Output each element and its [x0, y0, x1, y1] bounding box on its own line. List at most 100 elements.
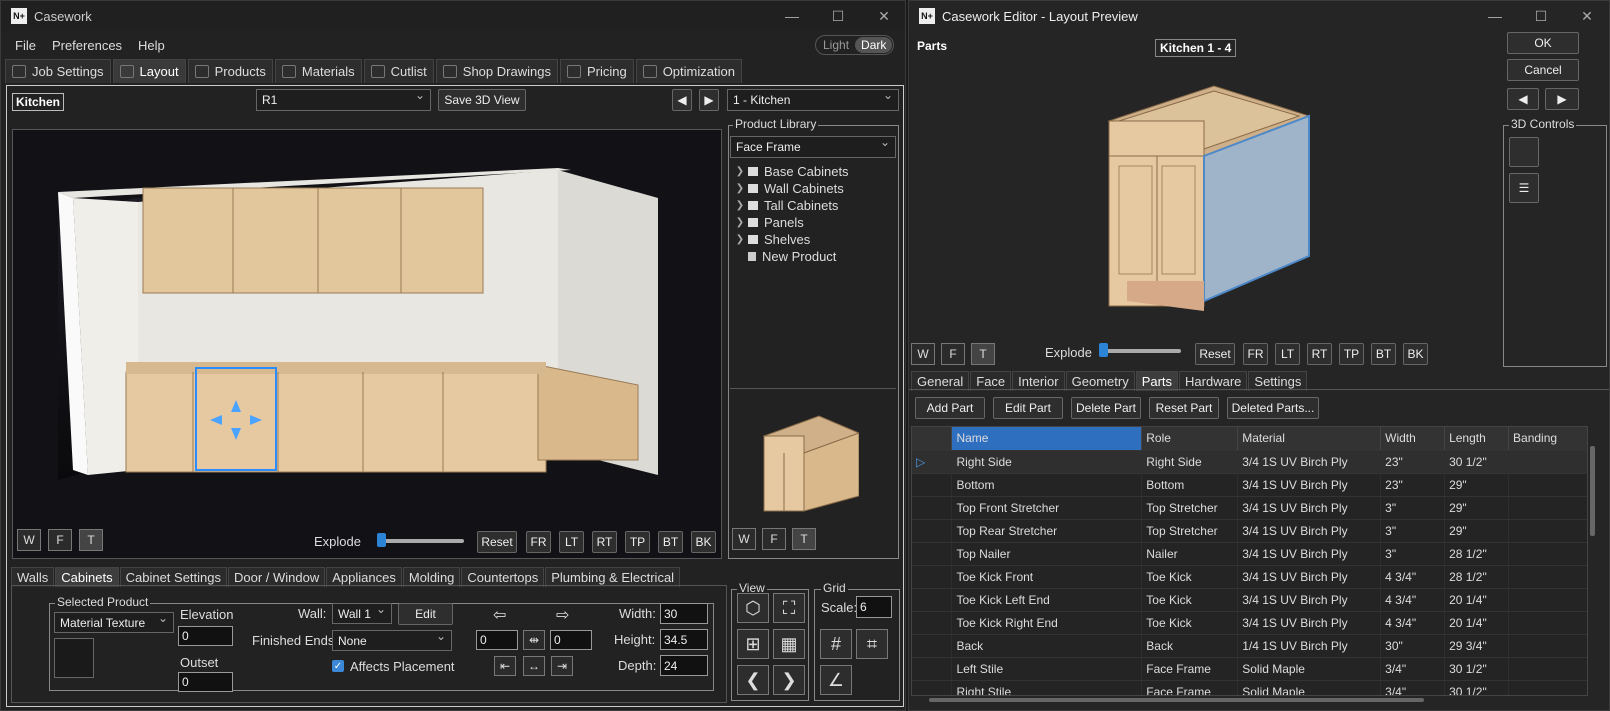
table-cell[interactable]: Top Stretcher: [1141, 496, 1239, 520]
minimize-icon[interactable]: —: [769, 1, 815, 31]
tab-general[interactable]: General: [911, 371, 970, 391]
column-header-length[interactable]: Length: [1444, 427, 1510, 451]
edit-part-button[interactable]: Edit Part: [993, 397, 1063, 419]
subtab-walls[interactable]: Walls: [11, 567, 55, 587]
row-header[interactable]: ▷: [912, 450, 953, 474]
maximize-icon[interactable]: ☐: [1518, 1, 1564, 31]
table-cell[interactable]: 3/4 1S UV Birch Ply: [1237, 519, 1382, 543]
next-view-button[interactable]: ❯: [773, 665, 805, 695]
right-gap-input[interactable]: 0: [550, 630, 592, 650]
subtab-countertops[interactable]: Countertops: [461, 567, 545, 587]
material-swatch[interactable]: [54, 638, 94, 678]
editor-toggle-t[interactable]: T: [971, 343, 995, 365]
menu-preferences[interactable]: Preferences: [44, 38, 130, 53]
add-part-button[interactable]: Add Part: [915, 397, 985, 419]
table-cell[interactable]: Top Nailer: [951, 542, 1143, 566]
tree-item-base-cabinets[interactable]: ❯ Base Cabinets: [732, 163, 849, 180]
table-cell[interactable]: Toe Kick Right End: [951, 611, 1143, 635]
column-header-banding[interactable]: Banding: [1508, 427, 1587, 451]
affects-placement-checkbox[interactable]: ✓: [332, 660, 344, 672]
table-cell[interactable]: Back: [951, 634, 1143, 658]
table-cell[interactable]: Solid Maple: [1237, 680, 1382, 695]
reset-view-button[interactable]: Reset: [477, 531, 517, 553]
table-row[interactable]: Back Back 1/4 1S UV Birch Ply 30" 29 3/4": [912, 634, 1587, 658]
next-product-button[interactable]: ▶: [1545, 88, 1579, 110]
tab-settings[interactable]: Settings: [1248, 371, 1308, 391]
table-cell[interactable]: 3": [1380, 542, 1446, 566]
deleted-parts-button[interactable]: Deleted Parts...: [1227, 397, 1319, 419]
table-cell[interactable]: 23": [1380, 450, 1446, 474]
edit-wall-button[interactable]: Edit: [398, 603, 453, 625]
table-cell[interactable]: 3/4 1S UV Birch Ply: [1237, 473, 1382, 497]
table-cell[interactable]: 28 1/2": [1444, 542, 1510, 566]
table-cell[interactable]: 4 3/4": [1380, 588, 1446, 612]
table-cell[interactable]: 4 3/4": [1380, 565, 1446, 589]
subtab-cabinets[interactable]: Cabinets: [55, 567, 119, 587]
tab-products[interactable]: Products: [187, 59, 273, 83]
preview-toggle-w[interactable]: W: [732, 528, 756, 550]
3d-control-button[interactable]: [1509, 137, 1539, 167]
next-room-button[interactable]: ▶: [699, 89, 719, 111]
table-cell[interactable]: Right Stile: [951, 680, 1143, 695]
row-header[interactable]: [912, 519, 953, 543]
editor-explode-slider[interactable]: [1101, 349, 1181, 353]
camera-tp-button[interactable]: TP: [625, 531, 650, 553]
theme-dark[interactable]: Dark: [855, 37, 893, 53]
table-cell[interactable]: Back: [1141, 634, 1239, 658]
camera-bk-button[interactable]: BK: [691, 531, 716, 553]
tree-item-new-product[interactable]: New Product: [732, 248, 849, 265]
tab-interior[interactable]: Interior: [1012, 371, 1065, 391]
layout-3d-viewport[interactable]: [12, 129, 722, 559]
prev-room-button[interactable]: ◀: [672, 89, 692, 111]
subtab-appliances[interactable]: Appliances: [326, 567, 402, 587]
table-cell[interactable]: 30": [1380, 634, 1446, 658]
editor-explode-thumb[interactable]: [1099, 343, 1108, 357]
tree-item-panels[interactable]: ❯ Panels: [732, 214, 849, 231]
finished-ends-select[interactable]: None: [332, 629, 452, 651]
table-cell[interactable]: 3/4 1S UV Birch Ply: [1237, 588, 1382, 612]
maximize-icon[interactable]: ☐: [815, 1, 861, 31]
align-left-button[interactable]: ⇤: [494, 656, 516, 676]
subtab-door-window[interactable]: Door / Window: [228, 567, 326, 587]
table-cell[interactable]: 3": [1380, 496, 1446, 520]
table-cell[interactable]: 29": [1444, 473, 1510, 497]
row-header[interactable]: [912, 565, 953, 589]
tab-face[interactable]: Face: [970, 371, 1012, 391]
table-cell[interactable]: 3/4": [1380, 657, 1446, 681]
table-row[interactable]: Right Stile Face Frame Solid Maple 3/4" 30 1…: [912, 680, 1587, 695]
table-cell[interactable]: Top Front Stretcher: [951, 496, 1143, 520]
left-gap-input[interactable]: 0: [476, 630, 518, 650]
tree-item-shelves[interactable]: ❯ Shelves: [732, 231, 849, 248]
row-header[interactable]: [912, 496, 953, 520]
table-cell[interactable]: 29": [1444, 496, 1510, 520]
table-cell[interactable]: Bottom: [1141, 473, 1239, 497]
table-row[interactable]: Top Front Stretcher Top Stretcher 3/4 1S U…: [912, 496, 1587, 520]
zoom-extents-button[interactable]: ⛶: [773, 593, 805, 623]
subtab-cabinet-settings[interactable]: Cabinet Settings: [119, 567, 228, 587]
table-cell[interactable]: [1508, 588, 1587, 612]
table-cell[interactable]: 4 3/4": [1380, 611, 1446, 635]
table-cell[interactable]: [1508, 496, 1587, 520]
row-header[interactable]: [912, 473, 953, 497]
table-cell[interactable]: 29": [1444, 519, 1510, 543]
table-cell[interactable]: Top Stretcher: [1141, 519, 1239, 543]
theme-switch[interactable]: Light Dark: [815, 35, 895, 55]
theme-light[interactable]: Light: [817, 37, 855, 53]
ok-button[interactable]: OK: [1507, 32, 1579, 54]
3d-list-button[interactable]: ☰: [1509, 173, 1539, 203]
table-cell[interactable]: Right Side: [951, 450, 1143, 474]
column-header-role[interactable]: Role: [1141, 427, 1239, 451]
column-header-name[interactable]: Name: [951, 427, 1143, 451]
previous-view-button[interactable]: ❮: [737, 665, 769, 695]
measure-angle-button[interactable]: ∠: [820, 665, 852, 695]
column-header-width[interactable]: Width: [1380, 427, 1446, 451]
editor-camera-tp[interactable]: TP: [1339, 343, 1364, 365]
align-center-button[interactable]: ↔: [523, 656, 545, 676]
tab-hardware[interactable]: Hardware: [1179, 371, 1248, 391]
table-cell[interactable]: 3/4": [1380, 680, 1446, 695]
room-select[interactable]: 1 - Kitchen: [727, 88, 899, 111]
width-input[interactable]: 30: [660, 603, 708, 624]
table-cell[interactable]: [1508, 680, 1587, 695]
camera-fr-button[interactable]: FR: [526, 531, 551, 553]
table-cell[interactable]: 1/4 1S UV Birch Ply: [1237, 634, 1382, 658]
